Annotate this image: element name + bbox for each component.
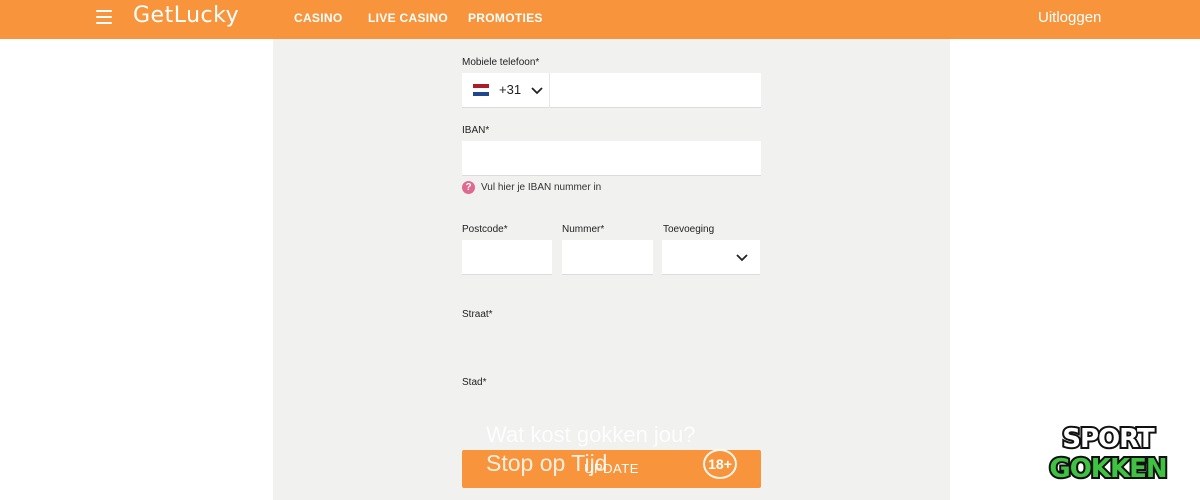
postcode-label: Postcode* [462, 224, 508, 235]
logout-link[interactable]: Uitloggen [1038, 9, 1101, 26]
sportgokken-logo: SPORT GOKKEN [1047, 422, 1169, 482]
age-badge: 18+ [703, 449, 737, 479]
netherlands-flag-icon [473, 84, 489, 96]
postcode-input[interactable] [462, 240, 552, 275]
logo[interactable]: GetLucky [133, 3, 239, 28]
phone-label: Mobiele telefoon* [462, 57, 540, 68]
gambling-warning-line1: Wat kost gokken jou? [486, 422, 696, 447]
iban-label: IBAN* [462, 125, 490, 136]
stad-label: Stad* [462, 377, 487, 388]
phone-field[interactable]: +31 [462, 73, 761, 108]
toevoeging-select[interactable] [662, 240, 760, 275]
menu-icon[interactable] [96, 10, 112, 24]
country-code-value: +31 [499, 82, 522, 97]
top-navigation-bar: GetLucky CASINO LIVE CASINO PROMOTIES Ui… [0, 0, 1200, 39]
gambling-warning-line2: Stop op Tijd [486, 450, 608, 476]
iban-input[interactable] [462, 141, 761, 176]
nummer-input[interactable] [562, 240, 653, 275]
brand-line1: SPORT [1062, 424, 1155, 454]
brand-line2: GOKKEN [1049, 454, 1166, 482]
nav-casino[interactable]: CASINO [294, 11, 342, 25]
chevron-down-icon [736, 254, 748, 262]
nav-promoties[interactable]: PROMOTIES [468, 11, 543, 25]
country-code-select[interactable]: +31 [462, 73, 550, 108]
chevron-down-icon [531, 87, 543, 95]
straat-label: Straat* [462, 309, 493, 320]
help-icon: ? [462, 181, 475, 194]
iban-help-text: Vul hier je IBAN nummer in [481, 182, 602, 193]
nummer-label: Nummer* [562, 224, 605, 235]
toevoeging-label: Toevoeging [663, 224, 715, 235]
nav-live-casino[interactable]: LIVE CASINO [368, 11, 448, 25]
